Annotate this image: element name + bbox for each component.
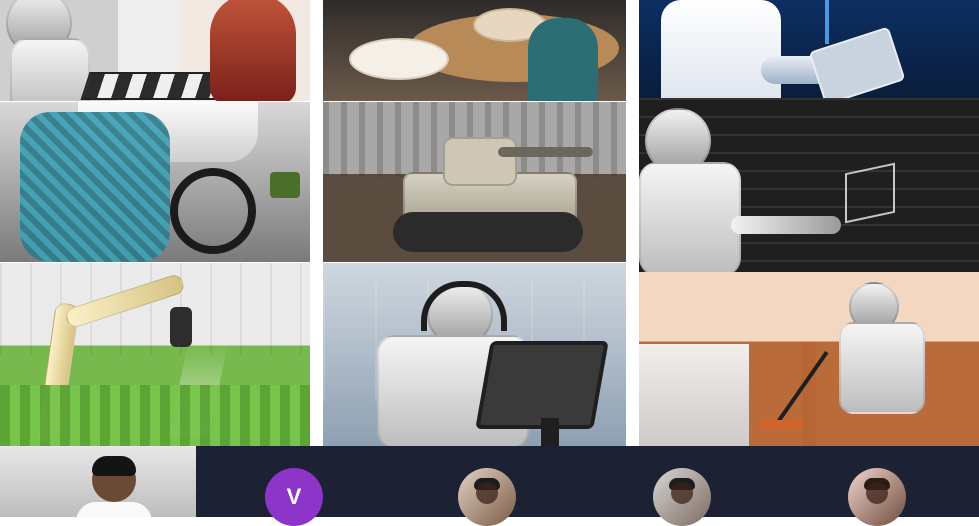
steering-wheel: [170, 168, 256, 254]
dashboard-screen: [270, 172, 300, 198]
woman-figure: [210, 0, 296, 101]
tile-greenhouse-robot: [0, 263, 310, 446]
self-hair: [92, 456, 136, 476]
lab-coat: [661, 0, 781, 98]
avatar-face: [476, 482, 498, 504]
robot-body: [10, 38, 90, 101]
plate-1: [349, 38, 449, 80]
tile-doctor-robot: [639, 0, 979, 98]
robot-body: [839, 322, 925, 414]
avatar-face: [866, 482, 888, 504]
image-grid: [0, 0, 979, 446]
participant-avatar-photo[interactable]: [848, 468, 906, 526]
chessboard: [80, 72, 229, 100]
tile-driving-robot: [0, 102, 310, 262]
robot-arm: [731, 216, 841, 234]
tile-food-robot: [323, 0, 626, 101]
monitor-stand: [541, 418, 559, 446]
stethoscope: [825, 0, 829, 44]
avatar-face: [671, 482, 693, 504]
plants-row: [0, 385, 310, 446]
robot-driver: [20, 112, 170, 262]
participant-avatar-photo[interactable]: [458, 468, 516, 526]
greenhouse-structure: [0, 263, 310, 355]
participant-avatar-photo[interactable]: [653, 468, 711, 526]
participant-initial: V: [286, 484, 302, 509]
self-video-tile[interactable]: [0, 446, 196, 517]
tile-computer-robot: [323, 263, 626, 446]
tile-cleaning-robot: [639, 272, 979, 446]
tile-chess-robot: [0, 0, 310, 101]
tank-track: [393, 212, 583, 252]
robot-body: [639, 162, 741, 272]
tile-military-robot: [323, 102, 626, 262]
gun-barrel: [498, 147, 593, 157]
tile-math-robot: [639, 98, 979, 272]
meeting-bottom-bar: V: [0, 446, 979, 526]
participant-avatar-initial[interactable]: V: [265, 468, 323, 526]
appliances: [639, 344, 749, 446]
turret: [443, 137, 517, 186]
robot-nozzle: [170, 307, 192, 347]
mop-head: [759, 420, 803, 430]
tablet: [808, 26, 906, 98]
cube-drawing: [845, 162, 895, 224]
monitor: [475, 341, 609, 429]
self-shirt: [76, 502, 152, 517]
child-figure: [528, 18, 598, 101]
